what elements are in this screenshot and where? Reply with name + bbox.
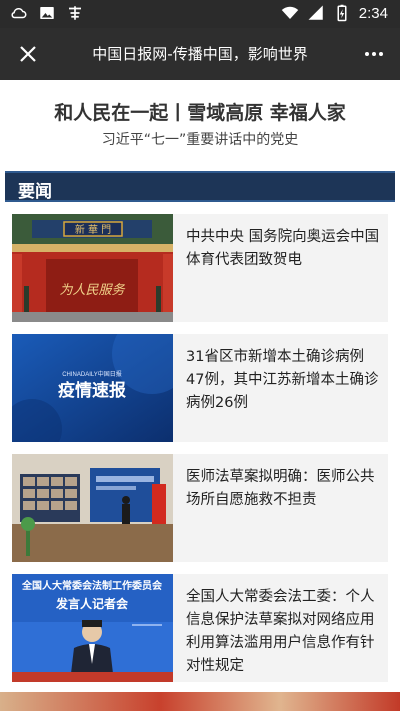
title-bar: 中国日报网-传播中国，影响世界 (0, 28, 400, 80)
news-thumbnail: CHINADAILY中国日报 疫情速报 (12, 334, 173, 442)
thumb-brand: CHINADAILY中国日报 (62, 370, 122, 378)
section-label: 要闻 (18, 182, 52, 202)
thumb-wall-text: 为人民服务 (59, 283, 125, 298)
thumb-title-text: 疫情速报 (58, 380, 126, 401)
next-banner-image[interactable] (0, 692, 400, 711)
thumb-gate-text: 新 華 門 (75, 223, 111, 236)
status-bar: 2:34 (0, 0, 400, 28)
news-title[interactable]: 中共中央 国务院向奥运会中国体育代表团致贺电 (186, 226, 382, 272)
more-icon[interactable] (360, 40, 388, 68)
news-title[interactable]: 全国人大常委会法工委：个人信息保护法草案拟对网络应用利用算法滥用用户信息作有针对… (186, 586, 382, 678)
section-header: 要闻 (5, 171, 395, 202)
cloud-icon (11, 7, 27, 19)
news-title[interactable]: 31省区市新增本土确诊病例47例，其中江苏新增本土确诊病例26例 (186, 346, 382, 415)
news-thumbnail: 全国人大常委会法制工作委员会 发言人记者会 (12, 574, 173, 682)
banner-headline[interactable]: 和人民在一起丨雪域高原 幸福人家 (0, 98, 400, 125)
news-list: 新 華 門 为人民服务 中共中央 国务院向奥运会中国体育代表团致贺电 CHINA… (12, 214, 388, 694)
battery-icon (337, 4, 347, 22)
app-icon (69, 6, 81, 20)
news-title[interactable]: 医师法草案拟明确：医师公共场所自愿施救不担责 (186, 466, 382, 512)
image-icon (40, 7, 54, 19)
news-item[interactable]: 新 華 門 为人民服务 中共中央 国务院向奥运会中国体育代表团致贺电 (12, 214, 388, 322)
thumb-line-2: 发言人记者会 (55, 596, 129, 611)
news-item[interactable]: 全国人大常委会法制工作委员会 发言人记者会 全国人大常委会法工委：个人信息保护法… (12, 574, 388, 682)
signal-icon (308, 5, 323, 20)
close-icon[interactable] (14, 40, 42, 68)
page-title: 中国日报网-传播中国，影响世界 (92, 45, 308, 63)
thumb-line-1: 全国人大常委会法制工作委员会 (21, 579, 162, 592)
news-thumbnail (12, 454, 173, 562)
news-item[interactable]: CHINADAILY中国日报 疫情速报 31省区市新增本土确诊病例47例，其中江… (12, 334, 388, 442)
news-item[interactable]: 医师法草案拟明确：医师公共场所自愿施救不担责 (12, 454, 388, 562)
wifi-icon (281, 6, 299, 19)
status-time: 2:34 (358, 4, 388, 22)
news-thumbnail: 新 華 門 为人民服务 (12, 214, 173, 322)
banner-subline[interactable]: 习近平“七一”重要讲话中的党史 (0, 129, 400, 149)
